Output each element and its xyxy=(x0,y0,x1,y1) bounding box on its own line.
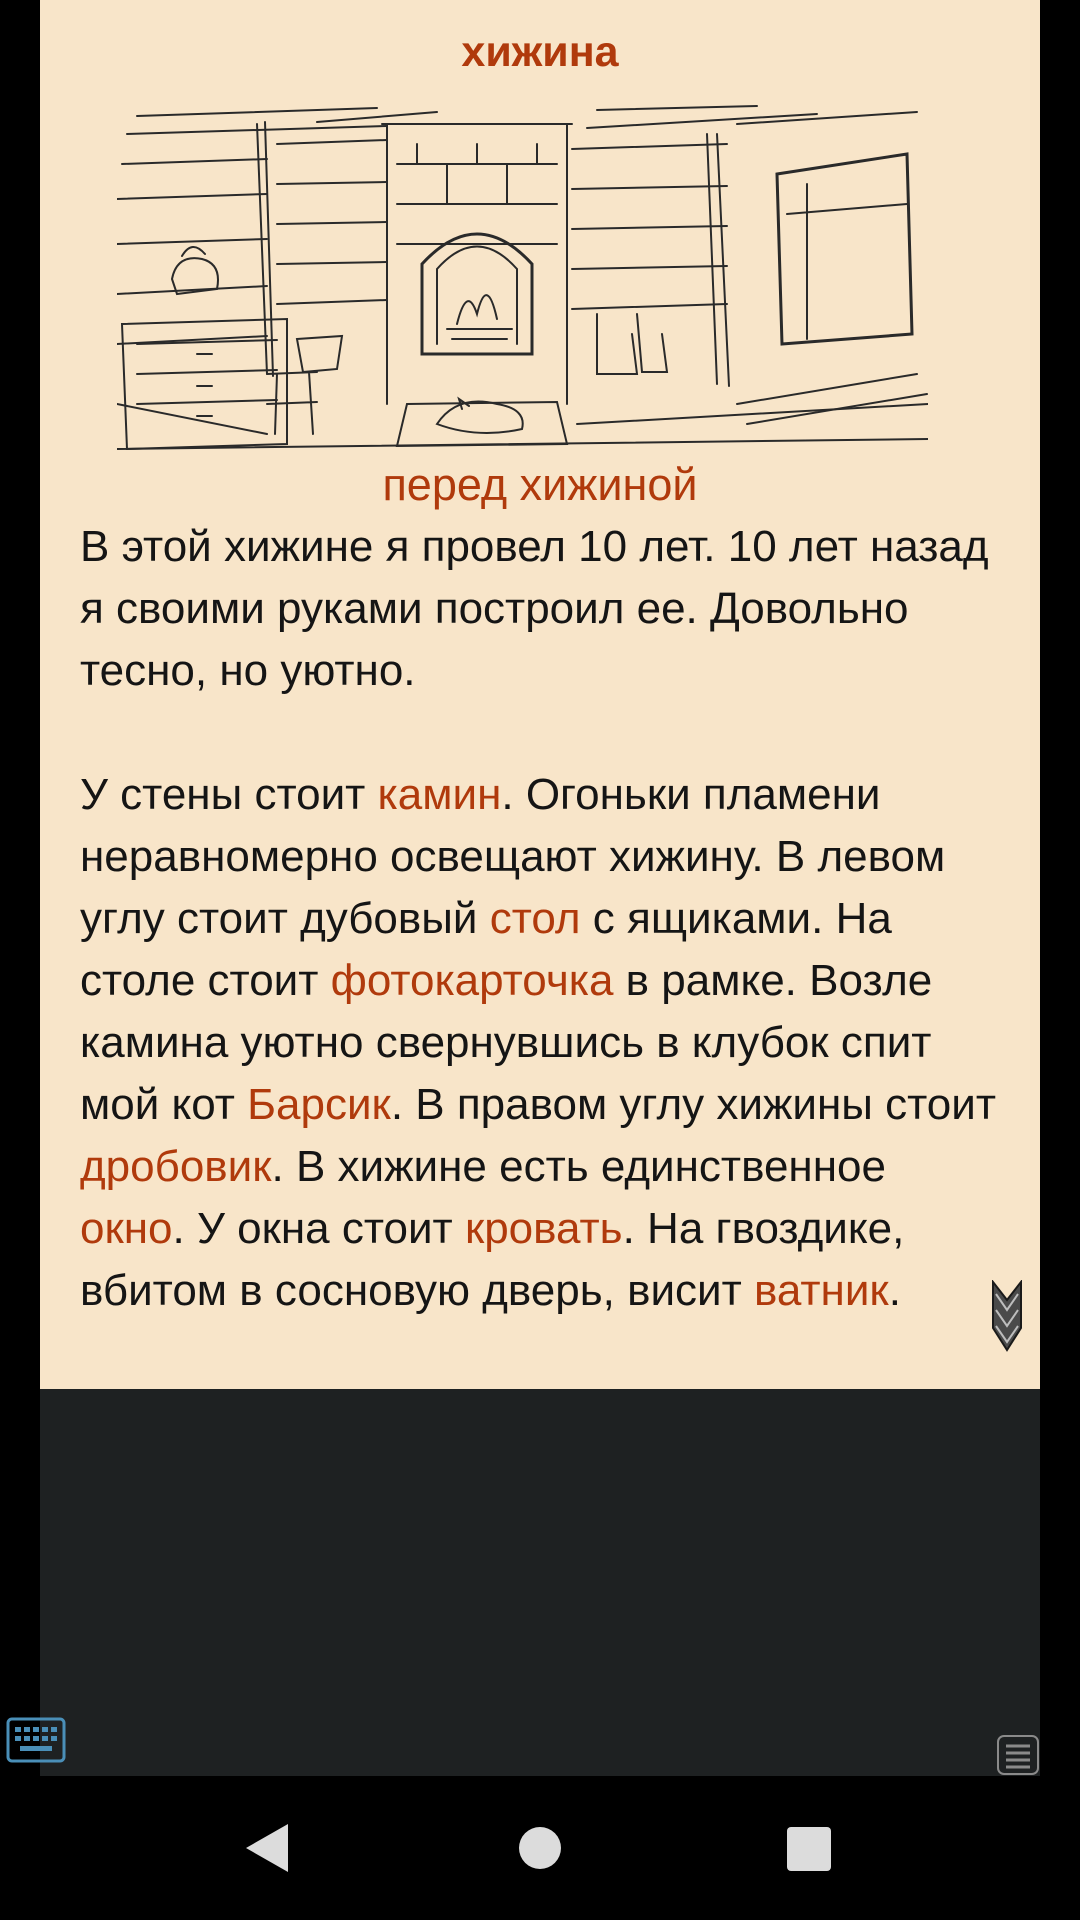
cabin-sketch-image xyxy=(117,105,928,451)
keyboard-toggle-button[interactable] xyxy=(6,1717,66,1763)
cabin-illustration xyxy=(117,104,928,454)
android-navigation-bar xyxy=(0,1776,1080,1920)
story-panel[interactable]: хижина перед хижиной В этой хижине я про… xyxy=(40,0,1040,1389)
home-button[interactable] xyxy=(518,1826,562,1870)
keyboard-icon xyxy=(6,1717,66,1763)
back-triangle-icon xyxy=(246,1824,288,1872)
game-screen: хижина перед хижиной В этой хижине я про… xyxy=(6,0,1040,1776)
story-text: В этой хижине я провел 10 лет. 10 лет на… xyxy=(80,516,1000,1322)
back-button[interactable] xyxy=(244,1822,290,1874)
link-shotgun[interactable]: дробовик xyxy=(80,1142,272,1191)
story-paragraph: В этой хижине я провел 10 лет. 10 лет на… xyxy=(80,522,989,695)
menu-button[interactable] xyxy=(996,1734,1040,1776)
location-link-outside-cabin[interactable]: перед хижиной xyxy=(40,459,1040,511)
story-text-segment: . У окна стоит xyxy=(172,1204,465,1253)
link-jacket[interactable]: ватник xyxy=(754,1266,889,1315)
scroll-down-indicator[interactable] xyxy=(990,1279,1024,1352)
story-text-segment: У стены стоит xyxy=(80,770,378,819)
link-window[interactable]: окно xyxy=(80,1204,173,1253)
link-fireplace[interactable]: камин xyxy=(378,770,502,819)
room-title: хижина xyxy=(461,28,619,76)
chevron-down-icon xyxy=(992,1279,1022,1352)
recent-square-icon xyxy=(787,1827,831,1871)
home-circle-icon xyxy=(519,1827,561,1869)
story-text-segment: . xyxy=(888,1266,901,1315)
link-table[interactable]: стол xyxy=(490,894,581,943)
recent-apps-button[interactable] xyxy=(786,1826,832,1872)
link-bed[interactable]: кровать xyxy=(465,1204,623,1253)
story-text-segment: . В хижине есть единственное xyxy=(271,1142,886,1191)
link-cat[interactable]: Барсик xyxy=(247,1080,391,1129)
menu-icon xyxy=(997,1735,1039,1775)
link-photo[interactable]: фотокарточка xyxy=(331,956,614,1005)
story-paragraph: У стены стоит камин. Огоньки пламени нер… xyxy=(80,764,1000,1322)
story-text-segment: . В правом углу хижины стоит xyxy=(390,1080,997,1129)
